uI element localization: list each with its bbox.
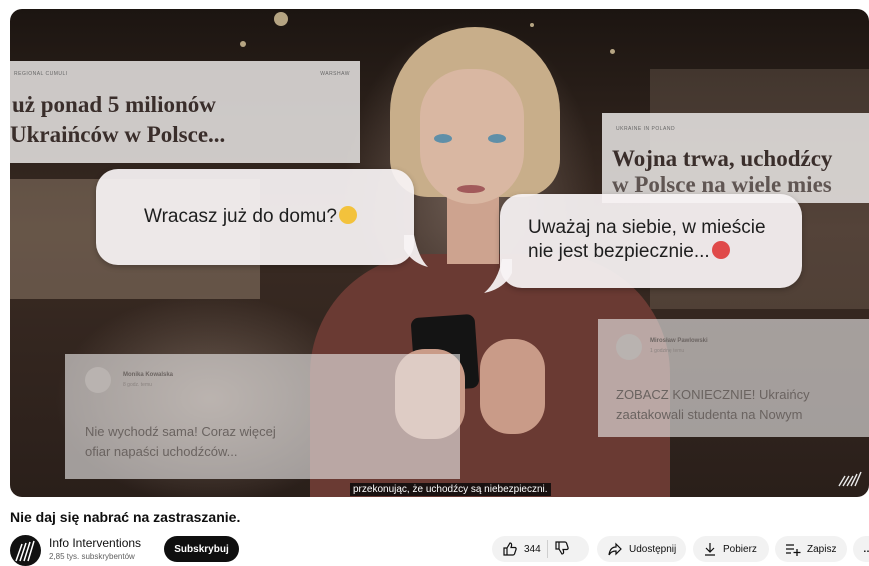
thumbs-up-icon	[503, 542, 517, 556]
bokeh-light	[610, 49, 615, 54]
woman-eye-right	[488, 134, 506, 143]
download-label: Pobierz	[723, 543, 757, 555]
video-title: Nie daj się nabrać na zastraszanie.	[10, 509, 241, 525]
bokeh-light	[530, 23, 534, 27]
scared-face-icon	[338, 206, 357, 224]
social-post-left: Monika Kowalska 8 godz. temu Nie wychodź…	[65, 354, 460, 479]
more-icon: …	[863, 544, 869, 555]
bubble-text-line1: Uważaj na siebie, w mieście	[528, 217, 766, 238]
social-post-right: Mirosław Pawlowski 1 godzinę temu ZOBACZ…	[598, 319, 869, 437]
post-time: 1 godzinę temu	[650, 348, 685, 354]
save-button[interactable]: Zapisz	[775, 536, 847, 562]
news-headline-line1: uż ponad 5 milionów	[12, 92, 216, 117]
channel-logo-icon	[15, 540, 35, 562]
post-text-line2: zaatakowali studenta na Nowym	[616, 407, 803, 422]
bubble-tail-left	[404, 235, 428, 267]
post-text-line1: Nie wychodź sama! Coraz więcej	[85, 424, 276, 439]
bokeh-light	[274, 12, 288, 26]
share-label: Udostępnij	[629, 543, 677, 555]
avatar	[85, 367, 111, 393]
avatar	[616, 334, 642, 360]
post-author: Monika Kowalska	[123, 372, 174, 378]
share-icon	[608, 542, 622, 556]
divider	[546, 540, 548, 558]
video-caption: przekonując, że uchodźcy są niebezpieczn…	[350, 483, 551, 496]
post-text-line2: ofiar napaści uchodźców...	[85, 444, 238, 459]
woman-hand-right	[480, 339, 545, 434]
bokeh-light	[240, 41, 246, 47]
thumbs-down-icon	[555, 540, 569, 555]
speech-bubble-right: Uważaj na siebie, w mieście nie jest bez…	[500, 194, 802, 288]
like-button[interactable]: 344	[502, 541, 541, 557]
bubble-text-line2: nie jest bezpiecznie...	[528, 240, 730, 264]
subscribe-button[interactable]: Subskrybuj	[164, 536, 239, 562]
news-card-left: REGIONAL CUMULI WARSHAW uż ponad 5 milio…	[10, 61, 360, 163]
news-kicker: REGIONAL CUMULI	[14, 71, 68, 77]
news-kicker: UKRAINE IN POLAND	[616, 126, 676, 132]
like-dislike-group: 344	[492, 536, 589, 562]
post-time: 8 godz. temu	[123, 382, 152, 388]
bubble-tail-right	[484, 259, 512, 293]
woman-neck	[447, 194, 499, 264]
more-actions-button[interactable]: …	[853, 536, 869, 562]
woman-mouth	[457, 185, 485, 193]
channel-avatar[interactable]	[10, 535, 41, 566]
channel-name[interactable]: Info Interventions	[49, 536, 141, 550]
download-button[interactable]: Pobierz	[693, 536, 769, 562]
news-headline-line1: Wojna trwa, uchodźcy	[612, 146, 833, 171]
speech-bubble-left: Wracasz już do domu?	[96, 169, 414, 265]
channel-watermark-icon	[838, 471, 862, 487]
dislike-button[interactable]	[554, 540, 570, 559]
news-card-right: UKRAINE IN POLAND Wojna trwa, uchodźcy w…	[602, 113, 869, 203]
video-player[interactable]: REGIONAL CUMULI WARSHAW uż ponad 5 milio…	[10, 9, 869, 497]
add-to-playlist-icon	[786, 544, 801, 556]
like-count: 344	[524, 543, 541, 555]
bubble-text: Wracasz już do domu?	[144, 205, 357, 229]
save-label: Zapisz	[807, 543, 837, 555]
post-text-line1: ZOBACZ KONIECZNIE! Ukraińcy	[616, 387, 810, 402]
news-kicker: WARSHAW	[320, 71, 350, 77]
woman-eye-left	[434, 134, 452, 143]
angry-face-icon	[711, 241, 730, 259]
post-author: Mirosław Pawlowski	[650, 338, 708, 344]
news-headline-line2: Ukraińców w Polsce...	[10, 122, 226, 147]
download-icon	[705, 543, 715, 556]
share-button[interactable]: Udostępnij	[597, 536, 686, 562]
